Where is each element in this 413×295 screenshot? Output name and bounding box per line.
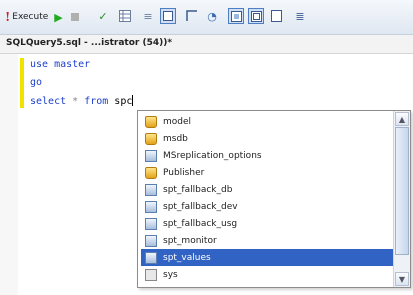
- display-plan-icon[interactable]: [160, 8, 176, 24]
- query-options-icon[interactable]: [184, 8, 200, 24]
- include-plan-icon[interactable]: [228, 8, 244, 24]
- autocomplete-item[interactable]: spt_fallback_usg: [141, 215, 393, 232]
- autocomplete-item-label: sys: [163, 269, 178, 280]
- autocomplete-item-label: MSreplication_options: [163, 150, 262, 161]
- change-marker: [20, 58, 24, 108]
- execute-icon: !: [5, 10, 11, 24]
- toolbar: ! Execute ▶ ✓ ≡ ◔ ≣: [0, 0, 413, 35]
- autocomplete-item-label: spt_monitor: [163, 235, 217, 246]
- results-file-icon[interactable]: [268, 8, 284, 24]
- scroll-up-icon[interactable]: ▲: [395, 112, 409, 126]
- autocomplete-item[interactable]: msdb: [141, 130, 393, 147]
- autocomplete-list[interactable]: ▲ ▼ model msdb MSreplication_options Publis…: [137, 110, 411, 288]
- scroll-thumb[interactable]: [395, 127, 409, 255]
- table-icon: [145, 200, 157, 213]
- parse-check-icon[interactable]: ✓: [95, 8, 111, 24]
- stop-icon[interactable]: [70, 13, 79, 21]
- results-grid-icon[interactable]: [117, 8, 133, 24]
- autocomplete-item[interactable]: spt_values: [141, 249, 393, 266]
- table-icon: [145, 149, 157, 162]
- scroll-down-icon[interactable]: ▼: [395, 272, 409, 286]
- table-icon: [145, 234, 157, 247]
- database-icon: [145, 115, 157, 128]
- client-stats-icon[interactable]: [248, 8, 264, 24]
- autocomplete-item-label: spt_fallback_db: [163, 184, 233, 195]
- autocomplete-item[interactable]: spt_fallback_dev: [141, 198, 393, 215]
- autocomplete-item[interactable]: spt_monitor: [141, 232, 393, 249]
- editor-gutter: [0, 54, 18, 295]
- autocomplete-item-label: spt_values: [163, 252, 211, 263]
- scrollbar[interactable]: ▲ ▼: [393, 111, 410, 287]
- autocomplete-item[interactable]: spt_fallback_db: [141, 181, 393, 198]
- autocomplete-item[interactable]: sys: [141, 266, 393, 283]
- database-icon: [145, 166, 157, 179]
- database-icon: [145, 132, 157, 145]
- autocomplete-item[interactable]: MSreplication_options: [141, 147, 393, 164]
- results-text-icon[interactable]: ≡: [140, 8, 156, 24]
- autocomplete-item-label: spt_fallback_dev: [163, 201, 238, 212]
- tab-title: SQLQuery5.sql - ...istrator (54))*: [6, 38, 173, 48]
- autocomplete-item-label: Publisher: [163, 167, 205, 178]
- autocomplete-item-label: model: [163, 116, 192, 127]
- play-icon[interactable]: ▶: [54, 11, 62, 24]
- execute-button[interactable]: ! Execute ▶: [5, 8, 79, 26]
- code-line-2[interactable]: go: [30, 77, 42, 88]
- autocomplete-item[interactable]: model: [141, 113, 393, 130]
- tab-query[interactable]: SQLQuery5.sql - ...istrator (54))*: [0, 35, 413, 54]
- text-caret: [132, 95, 134, 106]
- autocomplete-item-label: msdb: [163, 133, 188, 144]
- intellisense-icon[interactable]: ◔: [204, 8, 220, 24]
- autocomplete-item[interactable]: Publisher: [141, 164, 393, 181]
- table-icon: [145, 251, 157, 264]
- autocomplete-item-label: spt_fallback_usg: [163, 218, 238, 229]
- schema-icon: [145, 268, 157, 281]
- execute-label: Execute: [12, 12, 49, 22]
- code-line-3[interactable]: select * from spc: [30, 95, 134, 107]
- comment-icon[interactable]: ≣: [292, 8, 308, 24]
- code-line-1[interactable]: use master: [30, 59, 90, 70]
- table-icon: [145, 217, 157, 230]
- table-icon: [145, 183, 157, 196]
